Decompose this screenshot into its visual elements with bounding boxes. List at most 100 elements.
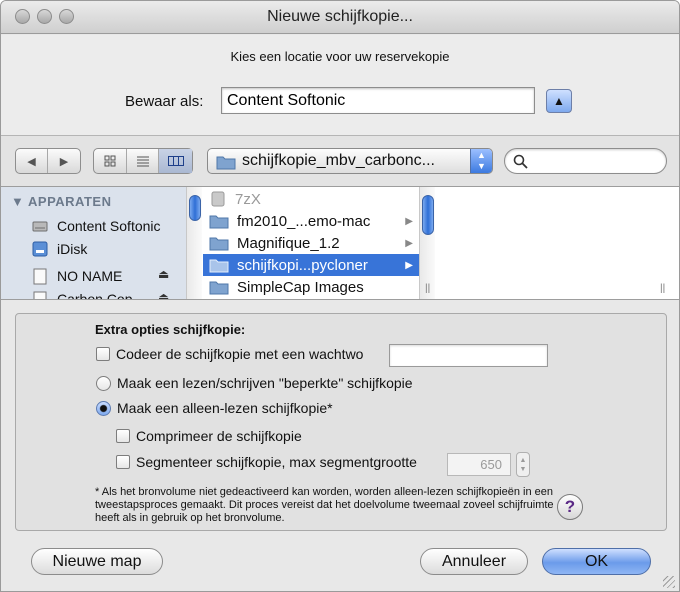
save-as-label: Bewaar als: xyxy=(125,93,204,110)
sidebar-scrollbar[interactable] xyxy=(186,187,202,299)
readonly-footnote: * Als het bronvolume niet gedeactiveerd … xyxy=(95,486,554,524)
eject-icon[interactable]: ⏏ xyxy=(158,290,169,299)
grid-icon xyxy=(104,155,116,167)
sidebar-item-label: Content Softonic xyxy=(57,218,161,234)
updown-arrows-icon: ▲ ▼ xyxy=(470,149,492,173)
encrypt-label: Codeer de schijfkopie met een wachtwo xyxy=(116,346,364,362)
scroll-thumb[interactable] xyxy=(422,195,434,235)
list-view-button[interactable] xyxy=(127,149,160,173)
list-item[interactable]: fm2010_...emo-mac ▶ xyxy=(203,210,419,232)
sidebar-item-label: iDisk xyxy=(57,241,88,257)
readonly-label: Maak een alleen-lezen schijfkopie* xyxy=(117,400,333,416)
app-icon xyxy=(211,191,225,207)
disclosure-triangle-icon[interactable]: ▼ xyxy=(11,194,24,209)
triangle-up-icon: ▲ xyxy=(553,94,565,108)
question-mark-icon: ? xyxy=(564,497,576,516)
list-item[interactable]: Magnifique_1.2 ▶ xyxy=(203,232,419,254)
sidebar-item-content-softonic[interactable]: Content Softonic xyxy=(31,215,161,237)
column-resize-handle[interactable]: || xyxy=(660,283,665,294)
stepper-up-icon[interactable]: ▲ xyxy=(520,456,527,465)
chevron-right-icon: ▶ xyxy=(405,215,413,227)
encrypt-checkbox[interactable] xyxy=(96,347,110,361)
sidebar-item-label: Carbon Cop... xyxy=(57,291,145,299)
file-name: SimpleCap Images xyxy=(237,278,364,296)
resize-grip-icon[interactable] xyxy=(663,576,675,588)
segment-checkbox[interactable] xyxy=(116,455,130,469)
forward-button[interactable]: ▶ xyxy=(48,149,80,173)
file-name: 7zX xyxy=(235,190,261,208)
sidebar-header: ▼ APPARATEN xyxy=(11,194,111,209)
sidebar-item-carbon-copy[interactable]: Carbon Cop... xyxy=(31,288,144,299)
search-field[interactable] xyxy=(504,148,667,174)
idisk-icon xyxy=(32,241,48,257)
sidebar-item-no-name[interactable]: NO NAME xyxy=(31,265,122,287)
chevron-right-icon: ▶ xyxy=(405,259,413,271)
list-item[interactable]: 7zX xyxy=(203,188,419,210)
hard-drive-icon xyxy=(32,221,48,232)
forward-arrow-icon: ▶ xyxy=(59,155,69,168)
compress-label: Comprimeer de schijfkopie xyxy=(136,428,302,444)
file-column: 7zX fm2010_...emo-mac ▶ Magnifique_1.2 ▶ xyxy=(203,187,419,299)
back-arrow-icon: ◀ xyxy=(27,155,36,168)
cancel-button[interactable]: Annuleer xyxy=(420,548,528,575)
sidebar-item-label: NO NAME xyxy=(57,268,123,284)
columns-icon xyxy=(167,156,184,166)
folder-icon xyxy=(209,259,229,273)
image-options-panel: Extra opties schijfkopie: Codeer de schi… xyxy=(15,313,667,531)
help-button[interactable]: ? xyxy=(557,494,583,520)
collapse-browser-button[interactable]: ▲ xyxy=(546,89,572,113)
segment-size-stepper[interactable]: ▲ ▼ xyxy=(516,452,530,477)
ok-button[interactable]: OK xyxy=(542,548,651,575)
compress-checkbox[interactable] xyxy=(116,429,130,443)
segment-option[interactable]: Segmenteer schijfkopie, max segmentgroot… xyxy=(116,454,417,470)
eject-icon[interactable]: ⏏ xyxy=(158,267,169,281)
scroll-thumb[interactable] xyxy=(189,195,201,221)
list-item[interactable]: SimpleCap Images xyxy=(203,276,419,298)
rw-limited-label: Maak een lezen/schrijven "beperkte" schi… xyxy=(117,375,413,391)
title-bar[interactable]: Nieuwe schijfkopie... xyxy=(1,1,679,34)
icon-view-button[interactable] xyxy=(94,149,127,173)
folder-icon xyxy=(209,281,229,295)
new-folder-button[interactable]: Nieuwe map xyxy=(31,548,163,575)
save-as-input[interactable] xyxy=(221,87,535,114)
window-title: Nieuwe schijfkopie... xyxy=(267,8,413,25)
browser-toolbar: ◀ ▶ schijfkopie_mbv_carbonc... ▲ ▼ xyxy=(1,136,679,186)
sidebar: ▼ APPARATEN Content Softonic iDisk NO NA… xyxy=(1,187,186,299)
segment-size-field[interactable]: 650 xyxy=(447,453,511,476)
column-resize-handle[interactable]: || xyxy=(425,283,430,294)
folder-icon xyxy=(216,156,236,170)
file-name: fm2010_...emo-mac xyxy=(237,212,371,230)
rw-limited-radio[interactable] xyxy=(96,375,111,391)
location-path: schijfkopie_mbv_carbonc... xyxy=(242,152,435,169)
location-popup[interactable]: schijfkopie_mbv_carbonc... ▲ ▼ xyxy=(207,148,493,174)
compress-option[interactable]: Comprimeer de schijfkopie xyxy=(116,428,302,444)
back-button[interactable]: ◀ xyxy=(16,149,49,173)
file-name: schijfkopi...pycloner xyxy=(237,256,368,274)
save-prompt: Kies een locatie voor uw reservekopie xyxy=(230,49,450,64)
back-forward-control: ◀ ▶ xyxy=(15,148,81,174)
readonly-option[interactable]: Maak een alleen-lezen schijfkopie* xyxy=(96,400,333,416)
readonly-radio[interactable] xyxy=(96,400,111,416)
encrypt-option[interactable]: Codeer de schijfkopie met een wachtwo xyxy=(96,346,363,362)
chevron-right-icon: ▶ xyxy=(405,237,413,249)
disk-icon xyxy=(33,268,47,285)
sidebar-header-label: APPARATEN xyxy=(28,194,112,209)
disk-icon xyxy=(33,291,47,299)
save-as-area: Kies een locatie voor uw reservekopie Be… xyxy=(1,35,679,135)
file-name: Magnifique_1.2 xyxy=(237,234,340,252)
stepper-down-icon[interactable]: ▼ xyxy=(520,465,527,474)
column-view-button[interactable] xyxy=(159,149,192,173)
segment-label: Segmenteer schijfkopie, max segmentgroot… xyxy=(136,454,417,470)
options-title: Extra opties schijfkopie: xyxy=(95,322,246,337)
list-icon xyxy=(136,156,149,167)
view-mode-control xyxy=(93,148,193,174)
rw-limited-option[interactable]: Maak een lezen/schrijven "beperkte" schi… xyxy=(96,375,413,391)
folder-icon xyxy=(209,215,229,229)
password-field[interactable] xyxy=(389,344,548,367)
folder-icon xyxy=(209,237,229,251)
search-icon xyxy=(513,154,528,169)
sidebar-item-idisk[interactable]: iDisk xyxy=(31,238,87,260)
save-dialog-window: Nieuwe schijfkopie... Kies een locatie v… xyxy=(0,0,680,592)
list-item[interactable]: schijfkopi...pycloner ▶ xyxy=(203,254,419,276)
file-browser: ▼ APPARATEN Content Softonic iDisk NO NA… xyxy=(1,186,679,300)
